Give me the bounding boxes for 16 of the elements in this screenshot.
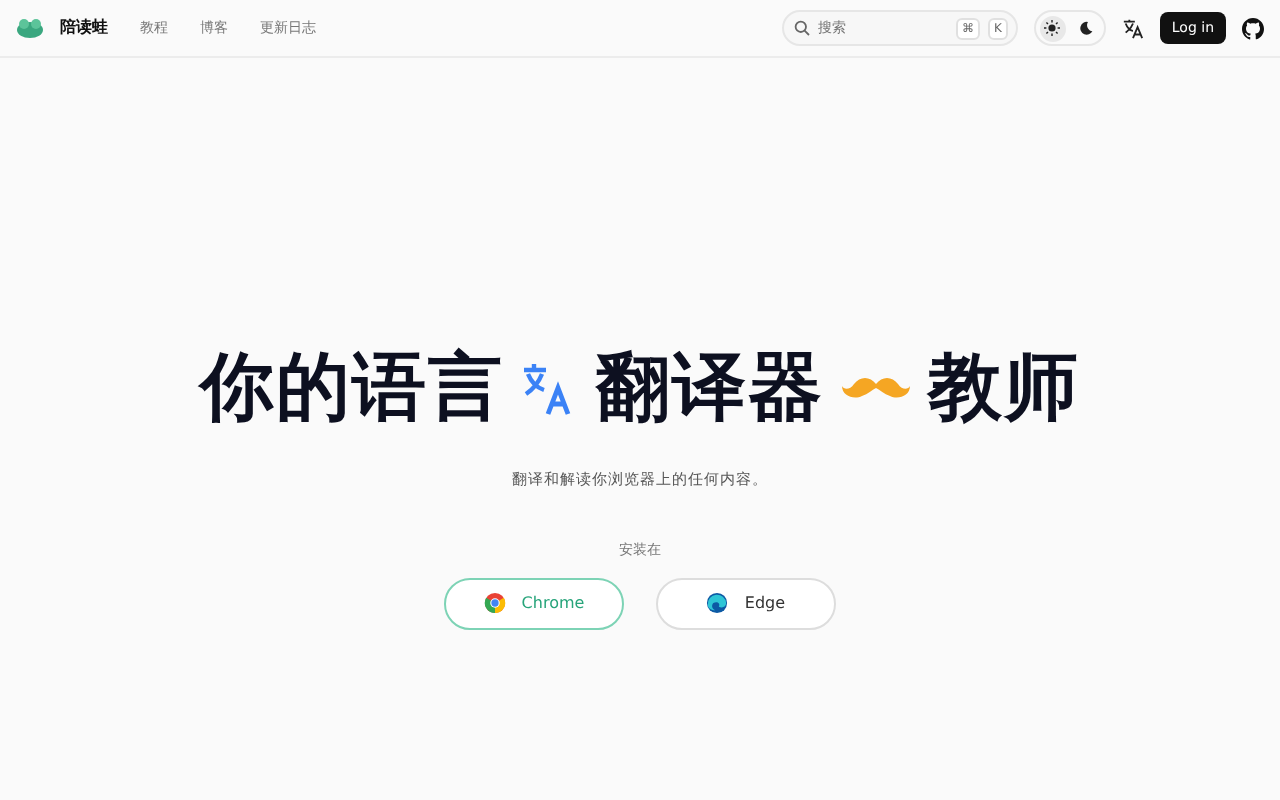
github-icon[interactable] [1242, 17, 1264, 39]
headline-text: 你的语言 [200, 350, 504, 424]
mustache-icon [840, 373, 912, 401]
sun-icon [1044, 20, 1061, 36]
edge-logo-icon [706, 592, 729, 615]
headline-text: 翻译器 [596, 350, 824, 424]
moon-icon [1078, 20, 1095, 36]
chrome-logo-icon [483, 592, 506, 615]
translate-icon[interactable] [1121, 17, 1144, 39]
brand-name[interactable]: 陪读蛙 [60, 16, 108, 40]
install-button[interactable]: Chrome [444, 577, 624, 630]
light-mode-button[interactable] [1039, 15, 1066, 41]
frog-logo-icon[interactable] [16, 18, 44, 38]
headline-text: 教师 [928, 350, 1080, 424]
install-button[interactable]: Edge [656, 577, 836, 630]
search-icon [793, 20, 810, 36]
